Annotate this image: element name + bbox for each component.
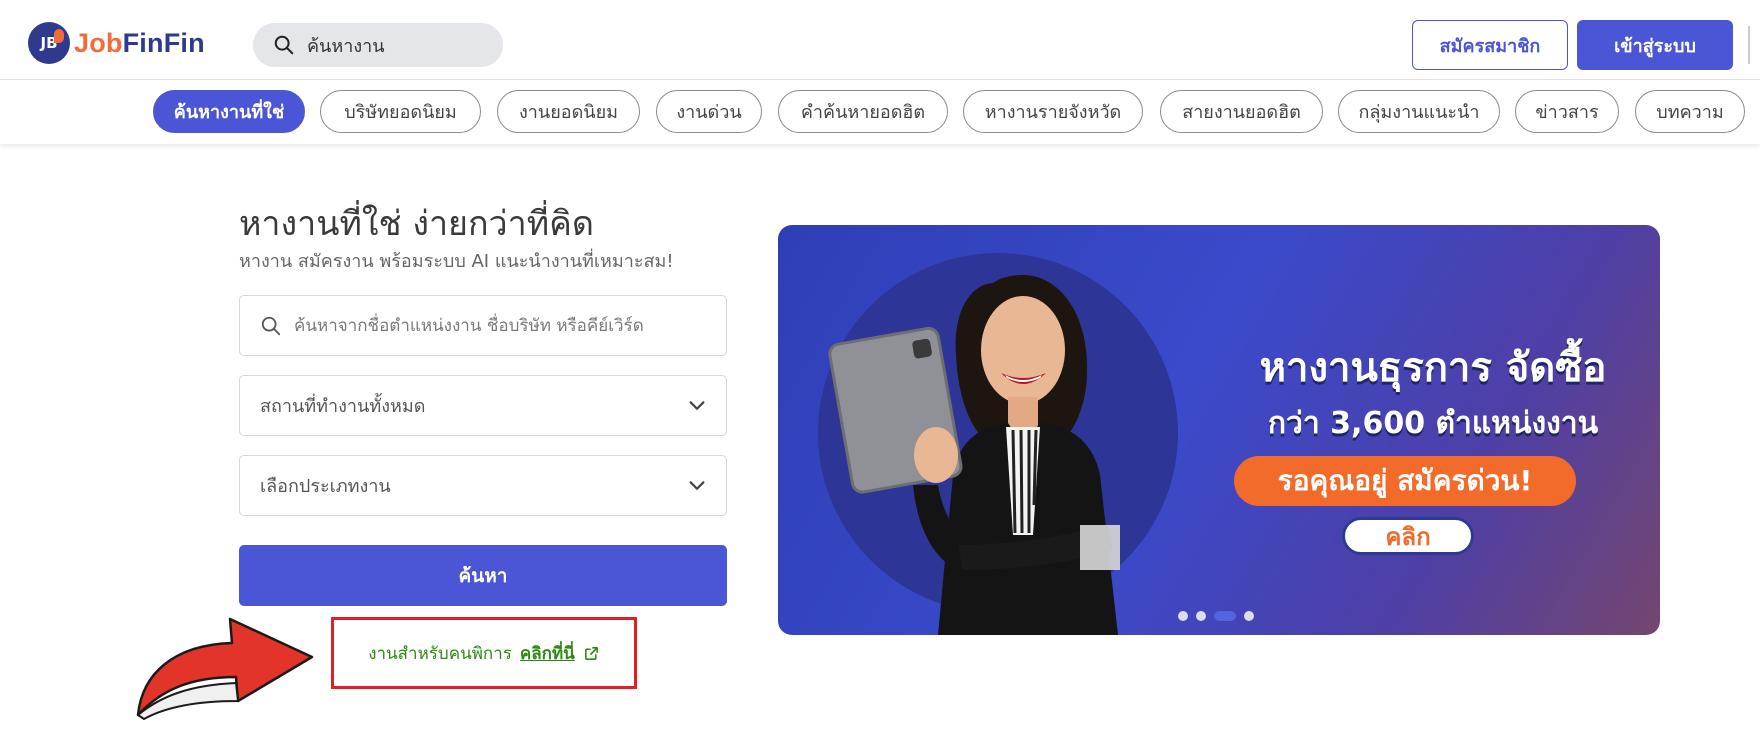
disabled-jobs-highlight: งานสำหรับคนพิการ คลิกที่นี่ [331, 617, 637, 689]
nav-pill-articles[interactable]: บทความ [1635, 90, 1745, 133]
nav-pill-recommended-groups[interactable]: กลุ่มงานแนะนำ [1338, 90, 1500, 133]
login-button[interactable]: เข้าสู่ระบบ [1577, 20, 1733, 70]
carousel-dot[interactable] [1244, 611, 1254, 621]
job-type-select[interactable]: เลือกประเภทงาน [239, 455, 727, 516]
header-search-input[interactable]: ค้นหางาน [253, 23, 503, 67]
search-button[interactable]: ค้นหา [239, 545, 727, 606]
category-nav: ค้นหางานที่ใช่ บริษัทยอดนิยม งานยอดนิยม … [0, 80, 1760, 144]
hero-subtitle: หางาน สมัครงาน พร้อมระบบ AI แนะนำงานที่เ… [239, 251, 674, 272]
search-icon [274, 35, 294, 55]
disabled-jobs-link[interactable]: คลิกที่นี่ [520, 640, 575, 667]
logo-badge-text: JB [40, 34, 58, 52]
location-select[interactable]: สถานที่ทำงานทั้งหมด [239, 375, 727, 436]
job-search-input[interactable]: ค้นหาจากชื่อตำแหน่งงาน ชื่อบริษัท หรือคี… [239, 295, 727, 356]
chevron-down-icon [689, 480, 705, 490]
logo-badge-icon: JB [28, 22, 70, 64]
nav-pill-popular-companies[interactable]: บริษัทยอดนิยม [320, 90, 481, 133]
job-search-placeholder: ค้นหาจากชื่อตำแหน่งงาน ชื่อบริษัท หรือคี… [294, 316, 644, 336]
nav-pill-news[interactable]: ข่าวสาร [1515, 90, 1619, 133]
woman-with-tablet-illustration [828, 275, 1120, 635]
logo-text-job: Job [74, 27, 123, 58]
nav-pill-hot-job-lines[interactable]: สายงานยอดฮิต [1160, 90, 1323, 133]
carousel-dot[interactable] [1178, 611, 1188, 621]
banner-headline: หางานธุรการ จัดซื้อ [1259, 345, 1607, 391]
carousel-dot[interactable] [1196, 611, 1206, 621]
red-arrow-icon [136, 617, 314, 720]
register-button[interactable]: สมัครสมาชิก [1412, 20, 1568, 70]
logo-wordmark: JobFinFin [74, 28, 205, 59]
external-link-icon[interactable] [583, 645, 600, 662]
nav-pill-jobs-by-province[interactable]: หางานรายจังหวัด [963, 90, 1143, 133]
banner-click-button[interactable]: คลิก [1342, 517, 1474, 555]
promo-banner[interactable]: หางานธุรการ จัดซื้อ กว่า 3,600 ตำแหน่งงา… [778, 225, 1660, 635]
nav-pill-hot-keywords[interactable]: คำค้นหายอดฮิต [778, 90, 948, 133]
carousel-dots [1178, 611, 1254, 621]
nav-pill-find-job[interactable]: ค้นหางานที่ใช่ [153, 90, 305, 133]
job-type-select-value: เลือกประเภทงาน [260, 476, 391, 497]
header-divider [1748, 26, 1750, 64]
carousel-dot-active[interactable] [1214, 611, 1236, 621]
nav-pill-popular-jobs[interactable]: งานยอดนิยม [497, 90, 640, 133]
hero-title: หางานที่ใช่ ง่ายกว่าที่คิด [239, 204, 594, 244]
header-search-placeholder: ค้นหางาน [307, 35, 385, 57]
jobfinfin-logo[interactable]: JB JobFinFin [28, 22, 205, 64]
chevron-down-icon [689, 400, 705, 410]
search-icon [261, 316, 281, 335]
disabled-jobs-text: งานสำหรับคนพิการ [368, 643, 512, 664]
banner-subheadline: กว่า 3,600 ตำแหน่งงาน [1267, 406, 1599, 441]
site-header: JB JobFinFin ค้นหางาน สมัครสมาชิก เข้าสู… [0, 0, 1760, 80]
banner-cta: รอคุณอยู่ สมัครด่วน! [1234, 456, 1576, 506]
nav-pill-urgent-jobs[interactable]: งานด่วน [656, 90, 762, 133]
logo-text-finfin: FinFin [122, 27, 205, 58]
location-select-value: สถานที่ทำงานทั้งหมด [260, 396, 426, 417]
